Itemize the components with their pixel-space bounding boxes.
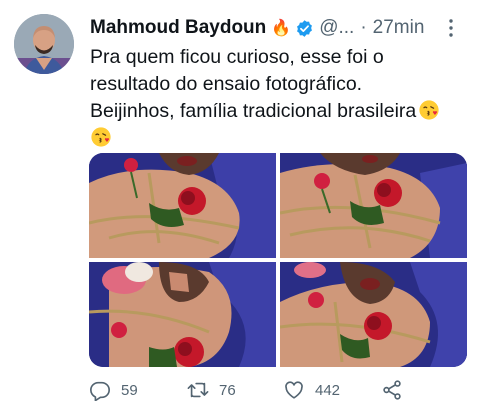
tweet-text: Pra quem ficou curioso, esse foi o resul… (90, 44, 470, 152)
avatar[interactable] (14, 14, 74, 74)
tweet-line-text: Beijinhos, família tradicional brasileir… (90, 100, 417, 122)
kiss-emoji-icon (90, 126, 112, 148)
kiss-emoji-icon (418, 99, 440, 121)
media-grid (89, 153, 467, 367)
more-icon[interactable] (448, 18, 454, 38)
tweet-line-with-emoji: Beijinhos, família tradicional brasileir… (90, 98, 470, 125)
tweet-header: Mahmoud Baydoun 🔥 @... · 27min (90, 14, 470, 42)
separator-dot: · (360, 17, 367, 38)
retweet-count: 76 (219, 381, 236, 399)
author-name[interactable]: Mahmoud Baydoun (90, 17, 266, 39)
reply-icon (89, 379, 111, 401)
photo-3[interactable] (89, 262, 276, 367)
author-handle[interactable]: @... (319, 17, 354, 39)
fire-icon: 🔥 (271, 20, 292, 37)
tweet-actions: 59 76 442 (89, 376, 469, 404)
share-button[interactable] (381, 376, 403, 404)
tweet[interactable]: Mahmoud Baydoun 🔥 @... · 27min Pra quem … (0, 0, 480, 414)
like-button[interactable]: 442 (283, 376, 340, 404)
retweet-button[interactable]: 76 (187, 376, 236, 404)
verified-icon (295, 19, 314, 38)
share-icon (381, 379, 403, 401)
reply-count: 59 (121, 381, 138, 399)
like-count: 442 (315, 381, 341, 399)
timestamp[interactable]: 27min (373, 17, 425, 39)
like-icon (283, 379, 305, 401)
retweet-icon (187, 379, 209, 401)
photo-4[interactable] (280, 262, 467, 367)
tweet-line: resultado do ensaio fotográfico. (90, 73, 363, 95)
photo-2[interactable] (280, 153, 467, 258)
tweet-line: Pra quem ficou curioso, esse foi o (90, 46, 384, 68)
tweet-line-emoji (90, 125, 470, 152)
reply-button[interactable]: 59 (89, 376, 138, 404)
photo-1[interactable] (89, 153, 276, 258)
